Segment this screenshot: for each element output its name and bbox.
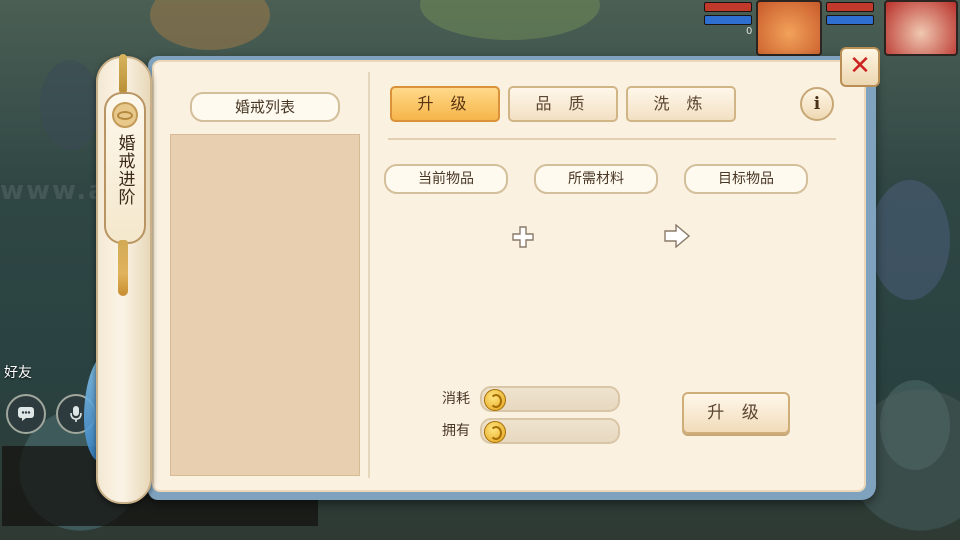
panel-content: 婚戒列表 升 级 品 质 洗 炼 i 当前物品 所需材料 目标物品 消耗 拥有 bbox=[152, 60, 866, 492]
target-item-label: 目标物品 bbox=[684, 164, 808, 194]
tassel-decoration bbox=[118, 240, 128, 296]
hero-status-bars bbox=[704, 2, 752, 28]
arrow-right-icon bbox=[664, 224, 690, 248]
side-title-tag: 婚戒进阶 bbox=[104, 92, 146, 244]
gold-coin-icon bbox=[484, 389, 506, 411]
friends-label[interactable]: 好友 bbox=[4, 362, 32, 382]
tab-quality[interactable]: 品 质 bbox=[508, 86, 618, 122]
chat-icon bbox=[18, 407, 34, 421]
scene-building bbox=[40, 60, 100, 150]
ring-list[interactable] bbox=[170, 134, 360, 476]
side-title: 婚戒进阶 bbox=[114, 134, 135, 206]
plus-icon bbox=[512, 226, 534, 248]
upgrade-button[interactable]: 升 级 bbox=[682, 392, 790, 434]
info-button[interactable]: i bbox=[800, 87, 834, 121]
gold-coin-icon bbox=[484, 421, 506, 443]
hero-count: 0 bbox=[746, 26, 753, 37]
tassel-decoration bbox=[119, 54, 127, 94]
required-materials-label: 所需材料 bbox=[534, 164, 658, 194]
hero-status-bars bbox=[826, 2, 874, 28]
current-item-label: 当前物品 bbox=[384, 164, 508, 194]
hero-portrait[interactable] bbox=[756, 0, 822, 56]
divider bbox=[388, 138, 836, 140]
microphone-icon bbox=[70, 406, 82, 422]
info-icon: i bbox=[813, 94, 821, 114]
close-icon: ✕ bbox=[849, 51, 871, 81]
ring-seal-icon bbox=[112, 102, 138, 128]
hero-portrait[interactable] bbox=[884, 0, 958, 56]
tab-refine[interactable]: 洗 炼 bbox=[626, 86, 736, 122]
tab-upgrade[interactable]: 升 级 bbox=[390, 86, 500, 122]
ring-upgrade-window: 婚戒列表 升 级 品 质 洗 炼 i 当前物品 所需材料 目标物品 消耗 拥有 bbox=[148, 56, 876, 500]
scene-character bbox=[870, 180, 950, 300]
ring-list-pane: 婚戒列表 bbox=[160, 72, 370, 478]
cost-label: 消耗 bbox=[442, 391, 470, 407]
chat-button[interactable] bbox=[6, 394, 46, 434]
owned-label: 拥有 bbox=[442, 423, 470, 439]
close-button[interactable]: ✕ bbox=[840, 47, 880, 87]
scene-tree bbox=[420, 0, 600, 40]
scene-building bbox=[150, 0, 270, 50]
ring-list-title: 婚戒列表 bbox=[190, 92, 340, 122]
scene-tree bbox=[880, 380, 950, 470]
